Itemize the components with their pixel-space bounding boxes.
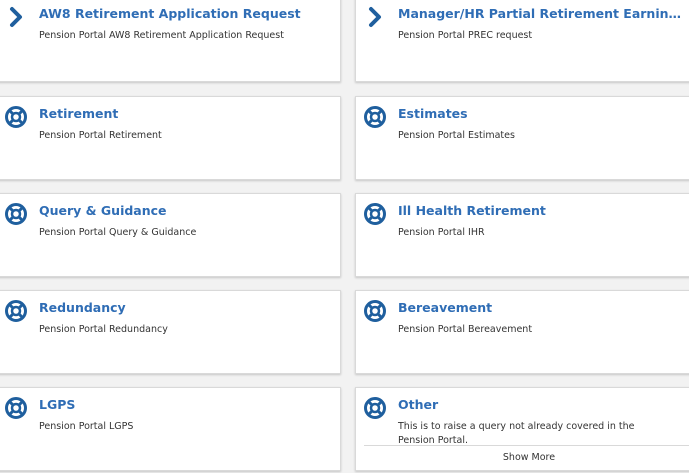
card-title: Redundancy [39,300,126,315]
chevron-right-icon [10,7,22,27]
card-description: Pension Portal IHR [398,227,485,238]
card-other[interactable]: Other This is to raise a query not alrea… [355,387,689,471]
card-retirement[interactable]: Retirement Pension Portal Retirement [0,96,341,180]
lifebuoy-icon [5,106,27,128]
card-description: Pension Portal Bereavement [398,324,533,335]
card-title: Ill Health Retirement [398,203,546,218]
card-aw8-retirement-application-request[interactable]: AW8 Retirement Application Request Pensi… [0,0,341,82]
card-description: Pension Portal PREC request [398,30,533,41]
lifebuoy-icon [364,203,386,225]
show-more-button[interactable]: Show More [364,445,689,470]
lifebuoy-icon [5,397,27,419]
card-lgps[interactable]: LGPS Pension Portal LGPS [0,387,341,471]
card-description: Pension Portal Query & Guidance [39,227,197,238]
chevron-right-icon [369,7,381,27]
card-redundancy[interactable]: Redundancy Pension Portal Redundancy [0,290,341,374]
card-title: Other [398,397,439,412]
card-title: Manager/HR Partial Retirement Earnings C… [398,6,686,21]
card-description: Pension Portal Redundancy [39,324,168,335]
card-description: Pension Portal AW8 Retirement Applicatio… [39,30,284,41]
lifebuoy-icon [364,397,386,419]
card-query-guidance[interactable]: Query & Guidance Pension Portal Query & … [0,193,341,277]
card-description: Pension Portal Estimates [398,130,515,141]
card-description: This is to raise a query not already cov… [398,421,635,446]
card-title: LGPS [39,397,76,412]
lifebuoy-icon [5,203,27,225]
card-description: Pension Portal LGPS [39,421,134,432]
card-description: Pension Portal Retirement [39,130,162,141]
card-ill-health-retirement[interactable]: Ill Health Retirement Pension Portal IHR [355,193,689,277]
card-title: AW8 Retirement Application Request [39,6,301,21]
lifebuoy-icon [364,300,386,322]
card-title: Retirement [39,106,119,121]
card-title: Estimates [398,106,468,121]
card-manager-hr-partial-retirement-earnings-check[interactable]: Manager/HR Partial Retirement Earnings C… [355,0,689,82]
lifebuoy-icon [5,300,27,322]
card-title: Bereavement [398,300,493,315]
card-title: Query & Guidance [39,203,167,218]
lifebuoy-icon [364,106,386,128]
card-estimates[interactable]: Estimates Pension Portal Estimates [355,96,689,180]
card-bereavement[interactable]: Bereavement Pension Portal Bereavement [355,290,689,374]
